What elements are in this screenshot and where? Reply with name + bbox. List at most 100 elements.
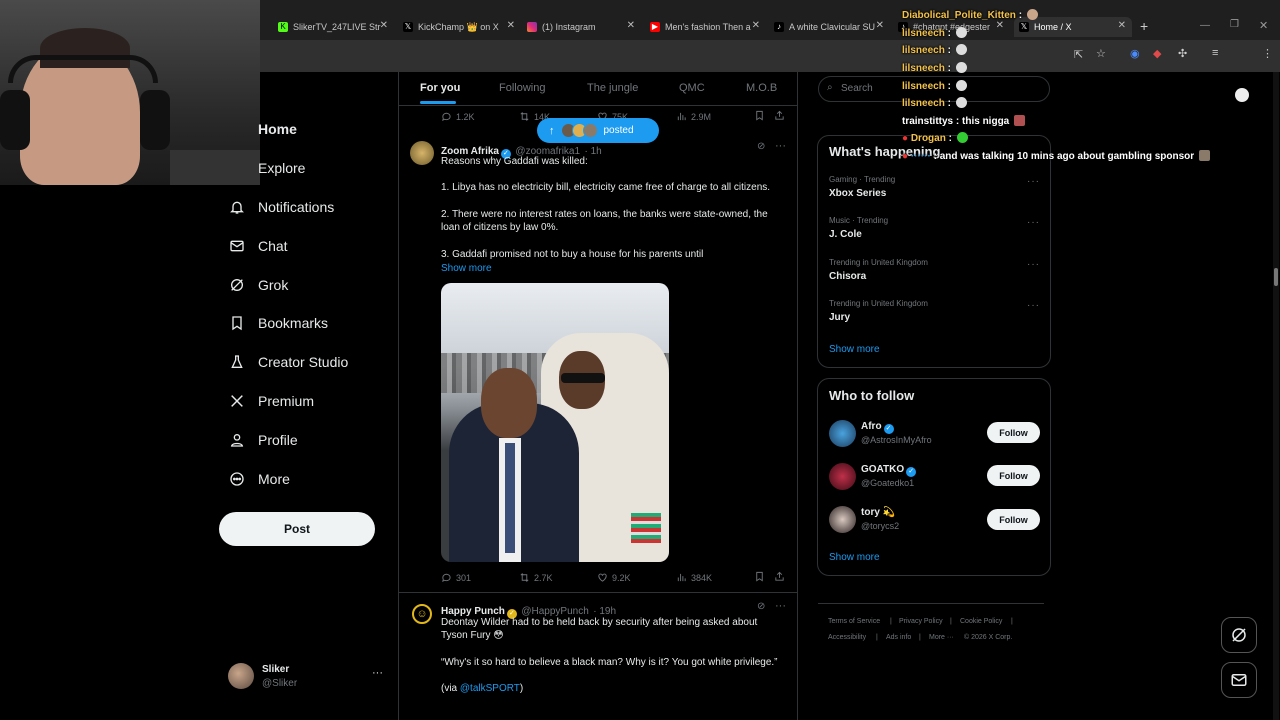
avatar[interactable] <box>410 141 434 165</box>
trend-name[interactable]: Xbox Series <box>829 188 886 199</box>
nav-explore[interactable]: Explore <box>228 153 305 183</box>
profile-avatar-icon[interactable] <box>1235 88 1249 102</box>
tab-for-you[interactable]: For you <box>420 82 460 94</box>
star-icon[interactable]: ☆ <box>1096 47 1106 60</box>
tweet-more-icon[interactable]: ··· <box>775 600 786 612</box>
tweet-text-line: 3. Gaddafi promised not to buy a house f… <box>441 249 704 260</box>
trend-more-icon[interactable]: ··· <box>1027 259 1040 270</box>
maximize-icon[interactable]: ❐ <box>1230 19 1239 30</box>
tab-mob[interactable]: M.O.B <box>746 82 777 94</box>
trend-more-icon[interactable]: ··· <box>1027 217 1040 228</box>
close-tab-icon[interactable]: ✕ <box>627 20 635 31</box>
share-button[interactable] <box>774 571 789 582</box>
suggestion-name[interactable]: tory 💫 <box>861 507 895 518</box>
tab-qmc[interactable]: QMC <box>679 82 705 94</box>
trend-name[interactable]: Jury <box>829 312 850 323</box>
follow-button[interactable]: Follow <box>987 509 1040 530</box>
new-posts-pill[interactable]: ↑ posted <box>537 118 659 143</box>
footer-ads-link[interactable]: Ads info <box>886 634 911 641</box>
media-icon[interactable]: ≡ <box>1212 47 1218 59</box>
browser-tab[interactable]: (1) Instagram ✕ <box>527 17 635 37</box>
extension-icon[interactable]: ◆ <box>1153 47 1161 60</box>
reply-button[interactable]: 301 <box>441 572 471 583</box>
close-tab-icon[interactable]: ✕ <box>752 20 760 31</box>
tweet-image[interactable] <box>441 283 669 562</box>
nav-profile[interactable]: Profile <box>228 425 298 455</box>
share-button[interactable] <box>774 110 789 121</box>
emote-icon <box>1014 115 1026 126</box>
follow-button[interactable]: Follow <box>987 422 1040 443</box>
tab-the-jungle[interactable]: The jungle <box>587 82 638 94</box>
browser-tab[interactable]: 𝕏 KickChamp 👑 on X ✕ <box>403 17 515 37</box>
grok-explain-icon[interactable]: ⊘ <box>757 601 765 612</box>
nav-chat[interactable]: Chat <box>228 231 288 261</box>
trend-name[interactable]: J. Cole <box>829 229 862 240</box>
avatar[interactable] <box>829 463 856 490</box>
tab-following[interactable]: Following <box>499 82 545 94</box>
close-tab-icon[interactable]: ✕ <box>1118 20 1126 31</box>
follow-button[interactable]: Follow <box>987 465 1040 486</box>
minimize-icon[interactable]: — <box>1200 20 1210 31</box>
person-icon <box>228 431 246 449</box>
reply-icon <box>442 573 451 583</box>
account-switcher[interactable]: Sliker @Sliker ··· <box>228 663 388 693</box>
footer-privacy-link[interactable]: Privacy Policy <box>899 618 943 625</box>
nav-bookmarks[interactable]: Bookmarks <box>228 308 328 338</box>
show-more-link[interactable]: Show more <box>441 262 786 275</box>
avatar <box>582 123 598 138</box>
nav-grok[interactable]: Grok <box>228 270 288 300</box>
tweet-more-icon[interactable]: ··· <box>775 140 786 152</box>
close-tab-icon[interactable]: ✕ <box>380 20 388 31</box>
like-button[interactable]: 9.2K <box>597 572 631 583</box>
avatar[interactable] <box>829 420 856 447</box>
mention-link[interactable]: @talkSPORT <box>460 683 520 694</box>
views-button[interactable]: 2.9M <box>676 111 711 122</box>
trend-more-icon[interactable]: ··· <box>1027 176 1040 187</box>
account-more-icon[interactable]: ··· <box>372 667 383 679</box>
footer-cookie-link[interactable]: Cookie Policy <box>960 618 1002 625</box>
nav-home[interactable]: Home <box>228 114 297 144</box>
trend-more-icon[interactable]: ··· <box>1027 300 1040 311</box>
nav-creator-studio[interactable]: Creator Studio <box>228 347 348 377</box>
suggestion-name[interactable]: GOATKO ✓ <box>861 464 917 477</box>
browser-tab[interactable]: K SlikerTV_247LIVE Str ✕ <box>278 17 388 37</box>
nav-more[interactable]: More <box>228 464 290 494</box>
browser-tab[interactable]: ♪ A white Clavicular SU ✕ <box>774 17 884 37</box>
footer-terms-link[interactable]: Terms of Service <box>828 618 880 625</box>
extension-icon[interactable]: ◉ <box>1130 47 1140 60</box>
messages-float-button[interactable] <box>1221 662 1257 698</box>
trend-name[interactable]: Chisora <box>829 271 866 282</box>
nav-notifications[interactable]: Notifications <box>228 192 334 222</box>
wtf-show-more-link[interactable]: Show more <box>829 552 880 563</box>
footer-more-link[interactable]: More ··· <box>929 634 954 641</box>
search-input[interactable]: Search <box>841 83 873 94</box>
browser-tab[interactable]: ▶ Men's fashion Then a ✕ <box>650 17 760 37</box>
chat-message: lilsneech : <box>902 97 967 109</box>
trends-show-more-link[interactable]: Show more <box>829 344 880 355</box>
nav-premium[interactable]: Premium <box>228 386 314 416</box>
scrollbar-thumb[interactable] <box>1274 268 1278 286</box>
suggestion-name[interactable]: Afro ✓ <box>861 421 894 434</box>
grok-explain-icon[interactable]: ⊘ <box>757 141 765 152</box>
views-count: 2.9M <box>691 111 712 122</box>
views-button[interactable]: 384K <box>676 572 712 583</box>
repost-button[interactable]: 2.7K <box>519 572 553 583</box>
footer-accessibility-link[interactable]: Accessibility <box>828 634 866 641</box>
grok-float-button[interactable] <box>1221 617 1257 653</box>
menu-kebab-icon[interactable]: ⋮ <box>1262 47 1273 60</box>
chat-message: lilsneech : <box>902 62 967 74</box>
new-tab-button[interactable]: + <box>1140 18 1148 34</box>
close-window-icon[interactable]: ✕ <box>1259 19 1268 32</box>
bookmark-tweet-button[interactable] <box>754 571 769 582</box>
avatar[interactable] <box>829 506 856 533</box>
install-app-icon[interactable]: ⇱ <box>1074 48 1083 61</box>
scrollbar-track[interactable] <box>1273 72 1279 720</box>
extensions-puzzle-icon[interactable]: ✣ <box>1178 47 1187 60</box>
reply-button[interactable]: 1.2K <box>441 111 475 122</box>
avatar[interactable]: ☺ <box>412 604 432 624</box>
close-tab-icon[interactable]: ✕ <box>876 20 884 31</box>
close-tab-icon[interactable]: ✕ <box>507 20 515 31</box>
post-button[interactable]: Post <box>219 512 375 546</box>
bookmark-tweet-button[interactable] <box>754 110 769 121</box>
close-tab-icon[interactable]: ✕ <box>996 20 1004 31</box>
